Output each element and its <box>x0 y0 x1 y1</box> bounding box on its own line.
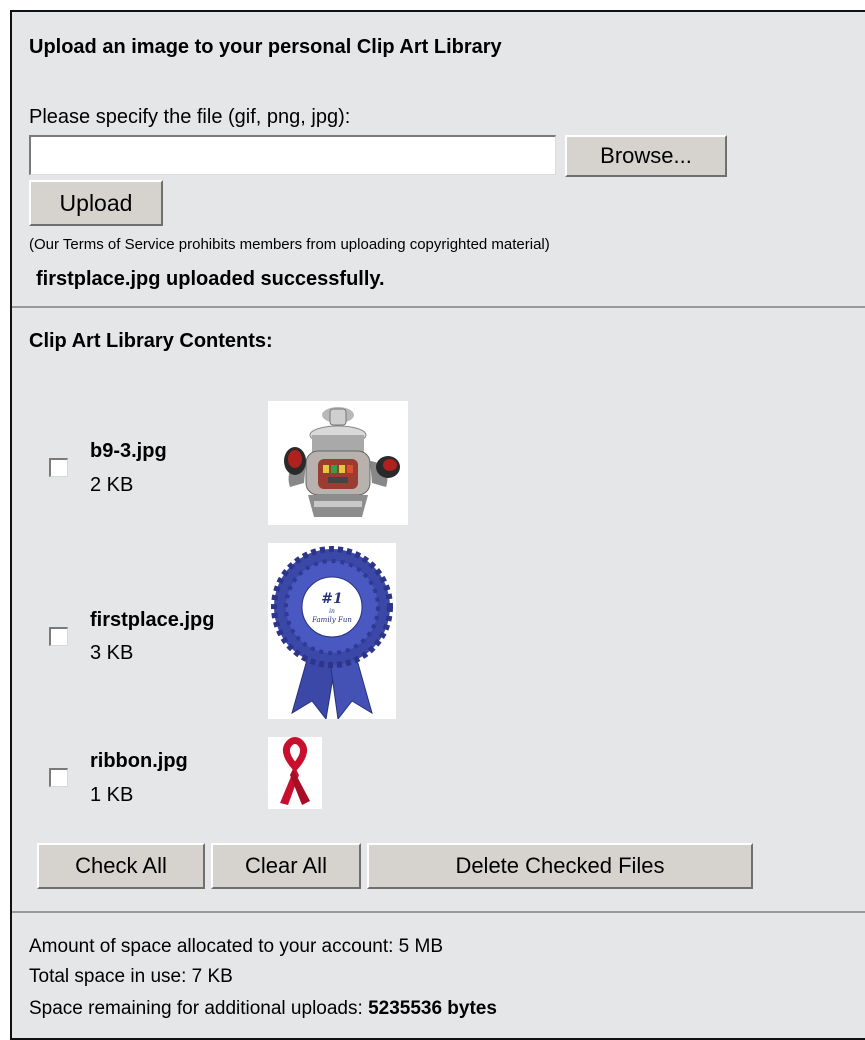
library-title: Clip Art Library Contents: <box>29 330 273 352</box>
file-size: 1 KB <box>90 784 134 806</box>
check-all-button[interactable]: Check All <box>37 843 205 889</box>
file-name: ribbon.jpg <box>90 750 188 772</box>
file-size: 3 KB <box>90 642 134 664</box>
terms-of-service-note: (Our Terms of Service prohibits members … <box>29 236 550 253</box>
file-checkbox-b9-3[interactable] <box>49 458 68 477</box>
file-checkbox-ribbon[interactable] <box>49 768 68 787</box>
blue-ribbon-award-image: #1 in Family Fun <box>268 543 396 719</box>
upload-button[interactable]: Upload <box>29 180 163 226</box>
svg-text:Family Fun: Family Fun <box>311 616 352 624</box>
file-name: firstplace.jpg <box>90 609 215 631</box>
divider <box>12 911 865 913</box>
file-size: 2 KB <box>90 474 134 496</box>
space-remaining-value: 5235536 bytes <box>368 998 497 1019</box>
upload-status-message: firstplace.jpg uploaded successfully. <box>36 268 385 290</box>
delete-checked-files-button[interactable]: Delete Checked Files <box>367 843 753 889</box>
file-checkbox-firstplace[interactable] <box>49 627 68 646</box>
robot-image <box>268 401 408 525</box>
clip-art-panel: Upload an image to your personal Clip Ar… <box>10 10 865 1040</box>
space-in-use-text: Total space in use: 7 KB <box>29 966 233 987</box>
file-name: b9-3.jpg <box>90 440 167 462</box>
space-remaining-text: Space remaining for additional uploads: … <box>29 998 497 1020</box>
svg-text:#1: #1 <box>321 591 342 607</box>
svg-text:in: in <box>329 608 335 615</box>
browse-button[interactable]: Browse... <box>565 135 727 177</box>
upload-title: Upload an image to your personal Clip Ar… <box>29 36 502 58</box>
space-allocated-text: Amount of space allocated to your accoun… <box>29 936 444 957</box>
divider <box>12 306 865 308</box>
file-label: Please specify the file (gif, png, jpg): <box>29 106 351 128</box>
space-remaining-label: Space remaining for additional uploads: <box>29 998 369 1019</box>
red-awareness-ribbon-image <box>268 737 322 809</box>
file-path-input[interactable] <box>29 135 556 175</box>
clear-all-button[interactable]: Clear All <box>211 843 361 889</box>
